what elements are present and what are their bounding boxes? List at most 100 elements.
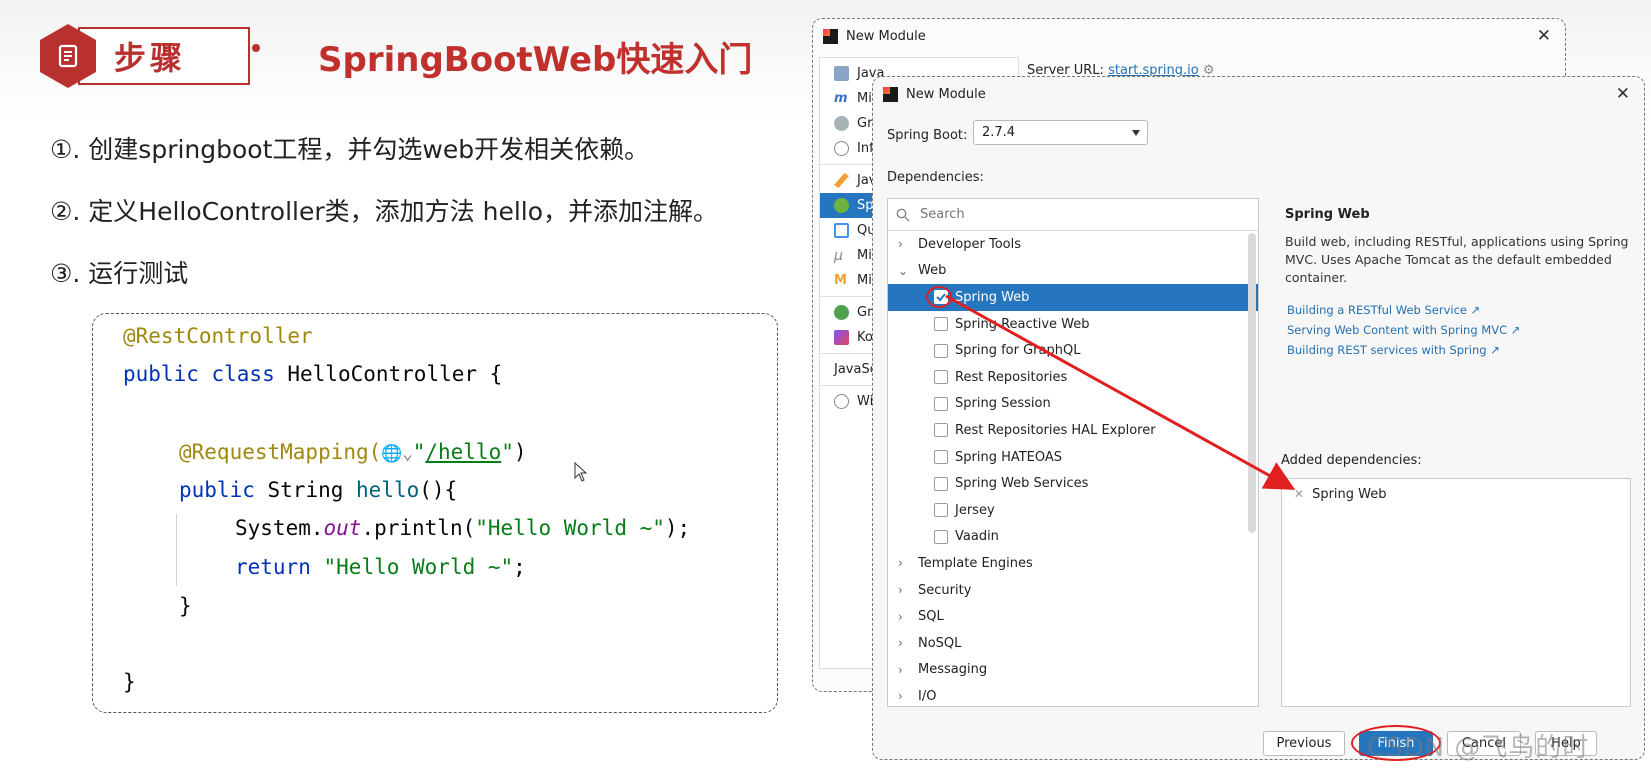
- code-annotation: @RequestMapping(: [179, 440, 382, 464]
- tree-group-template-engines[interactable]: › Template Engines: [888, 550, 1258, 577]
- added-dependencies-panel: ✕ Spring Web: [1281, 478, 1631, 707]
- code-end: ;: [513, 555, 526, 579]
- dependency-vaadin[interactable]: Vaadin: [888, 524, 1258, 551]
- tree-group-messaging[interactable]: › Messaging: [888, 657, 1258, 684]
- plugin-icon: [834, 141, 849, 156]
- code-system: System.: [235, 516, 324, 540]
- code-line-return: return "Hello World ~";: [235, 555, 526, 579]
- step-1: ①. 创建springboot工程，并勾选web开发相关依赖。: [50, 135, 650, 164]
- search-input[interactable]: [920, 207, 1220, 222]
- checkbox[interactable]: [934, 503, 948, 518]
- dependency-spring-reactive-web[interactable]: Spring Reactive Web: [888, 311, 1258, 338]
- globe-icon: [834, 394, 849, 409]
- dependency-info-title: Spring Web: [1285, 207, 1370, 222]
- guide-link-rest-services[interactable]: Building REST services with Spring ↗: [1287, 343, 1500, 357]
- close-icon[interactable]: ✕: [1616, 84, 1630, 104]
- step-2: ②. 定义HelloController类，添加方法 hello，并添加注解。: [50, 197, 719, 226]
- chevron-down-icon: [1132, 130, 1140, 136]
- tree-group-io[interactable]: › I/O: [888, 683, 1258, 706]
- globe-icon[interactable]: 🌐⌄: [381, 444, 412, 464]
- dependency-spring-hateoas[interactable]: Spring HATEOAS: [888, 444, 1258, 471]
- tree-group-security[interactable]: › Security: [888, 577, 1258, 604]
- code-line-println: System.out.println("Hello World ~");: [235, 516, 690, 540]
- checkbox[interactable]: [934, 423, 948, 438]
- code-line-brace: }: [123, 670, 136, 694]
- chevron-right-icon: ›: [898, 662, 903, 677]
- step-3: ③. 运行测试: [50, 259, 189, 288]
- java-folder-icon: [834, 66, 849, 81]
- chevron-right-icon: ›: [898, 237, 903, 252]
- quarkus-icon: [834, 223, 849, 238]
- dialog-titlebar: New Module ✕: [813, 19, 1565, 53]
- code-line-mapping: @RequestMapping(🌐⌄"/hello"): [179, 440, 527, 464]
- checkbox[interactable]: [934, 396, 948, 411]
- title-bullet: [252, 44, 260, 52]
- chevron-right-icon: ›: [898, 609, 903, 624]
- dependency-spring-web[interactable]: Spring Web: [888, 284, 1258, 311]
- tree-group-developer-tools[interactable]: › Developer Tools: [888, 231, 1258, 258]
- intellij-logo-icon: [883, 86, 898, 102]
- chevron-down-icon: ⌄: [898, 263, 909, 278]
- javafx-icon: [834, 173, 849, 188]
- checkbox[interactable]: [934, 529, 948, 544]
- new-module-dialog: New Module ✕ Spring Boot: 2.7.4 Dependen…: [872, 76, 1645, 763]
- code-keyword: public: [179, 478, 268, 502]
- checkbox[interactable]: [934, 370, 948, 385]
- kotlin-icon: [834, 330, 849, 345]
- chevron-right-icon: ›: [898, 556, 903, 571]
- previous-button[interactable]: Previous: [1263, 731, 1345, 756]
- code-url[interactable]: /hello: [425, 440, 501, 464]
- code-params: (){: [419, 478, 458, 502]
- spring-boot-version-select[interactable]: 2.7.4: [973, 120, 1148, 145]
- step-badge-label: 步骤: [114, 39, 187, 77]
- checkbox[interactable]: [934, 317, 948, 332]
- tree-group-nosql[interactable]: › NoSQL: [888, 630, 1258, 657]
- spring-boot-label: Spring Boot:: [887, 128, 968, 143]
- code-line-brace: }: [179, 594, 192, 618]
- close-icon[interactable]: ✕: [1537, 26, 1551, 46]
- tree-group-web[interactable]: ⌄ Web: [888, 258, 1258, 285]
- guide-link-mvc[interactable]: Serving Web Content with Spring MVC ↗: [1287, 323, 1520, 337]
- dependencies-tree: ›Developer Tools ⌄Web Spring Web Spring …: [887, 198, 1259, 707]
- watermark: CSDN @飞鸟的时: [1367, 733, 1590, 763]
- code-class-name: HelloController {: [287, 362, 503, 386]
- tree-group-sql[interactable]: › SQL: [888, 603, 1258, 630]
- dependency-info-description: Build web, including RESTful, applicatio…: [1285, 234, 1629, 285]
- micronaut-icon: μ: [834, 248, 843, 264]
- dialog-title: New Module: [846, 28, 926, 44]
- slide-title: SpringBootWeb快速入门: [318, 40, 753, 80]
- dependency-spring-session[interactable]: Spring Session: [888, 391, 1258, 418]
- code-line-annotation: @RestController: [123, 324, 313, 348]
- mouse-cursor-icon: [574, 462, 588, 482]
- dependency-spring-web-services[interactable]: Spring Web Services: [888, 470, 1258, 497]
- chevron-right-icon: ›: [898, 583, 903, 598]
- remove-icon[interactable]: ✕: [1294, 487, 1304, 501]
- checkbox[interactable]: [934, 476, 948, 491]
- dependency-rest-repositories[interactable]: Rest Repositories: [888, 364, 1258, 391]
- dependency-hal-explorer[interactable]: Rest Repositories HAL Explorer: [888, 417, 1258, 444]
- code-line-class: public class HelloController {: [123, 362, 502, 386]
- groovy-icon: [834, 305, 849, 320]
- chevron-right-icon: ›: [898, 636, 903, 651]
- added-dependencies-label: Added dependencies:: [1281, 453, 1422, 468]
- dialog-titlebar: New Module ✕: [873, 77, 1644, 111]
- dependency-jersey[interactable]: Jersey: [888, 497, 1258, 524]
- chevron-right-icon: ›: [898, 689, 903, 704]
- guide-link-restful[interactable]: Building a RESTful Web Service ↗: [1287, 303, 1480, 317]
- added-dependency-item: ✕ Spring Web: [1294, 487, 1387, 502]
- code-keyword: return: [235, 555, 324, 579]
- search-icon: [896, 208, 910, 221]
- tree-scrollbar[interactable]: [1248, 233, 1256, 533]
- intellij-logo-icon: [823, 28, 838, 44]
- microprofile-icon: M: [834, 273, 847, 288]
- checkbox[interactable]: [934, 450, 948, 465]
- annotation-circle: [926, 286, 952, 309]
- checkbox[interactable]: [934, 343, 948, 358]
- step-badge-box: 步骤: [78, 27, 250, 85]
- search-row: [888, 199, 1258, 231]
- spring-leaf-icon: [834, 198, 849, 213]
- code-line-method: public String hello(){: [179, 478, 457, 502]
- code-out: out: [323, 516, 362, 540]
- code-quote: ": [501, 440, 514, 464]
- dependency-spring-graphql[interactable]: Spring for GraphQL: [888, 337, 1258, 364]
